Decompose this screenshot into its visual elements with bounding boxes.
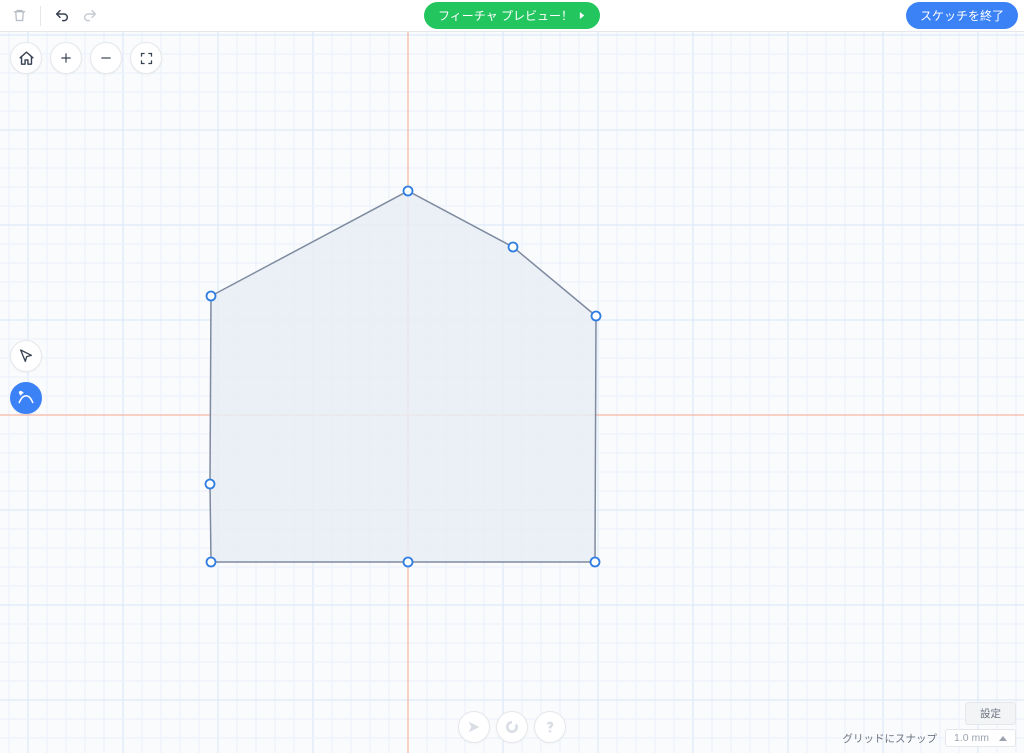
snap-value-dropdown[interactable]: 1.0 mm (945, 729, 1016, 747)
snap-label: グリッドにスナップ (842, 731, 937, 746)
canvas-svg (0, 32, 1024, 753)
delete-button[interactable] (6, 4, 32, 28)
bottom-tool-c[interactable] (534, 711, 566, 743)
sketch-vertex[interactable] (206, 480, 215, 489)
spline-tool-button[interactable] (10, 382, 42, 414)
select-tool-button[interactable] (10, 340, 42, 372)
fit-view-button[interactable] (130, 42, 162, 74)
sketch-canvas[interactable] (0, 32, 1024, 753)
history-group (6, 4, 103, 28)
sketch-vertex[interactable] (404, 187, 413, 196)
bottom-tool-a[interactable] (458, 711, 490, 743)
snap-value: 1.0 mm (954, 732, 989, 744)
sketch-tools (10, 340, 42, 414)
sketch-polygon[interactable] (210, 191, 596, 562)
chevron-right-icon (579, 11, 586, 20)
trash-icon (12, 8, 27, 23)
nav-b-icon (504, 719, 520, 735)
sketch-vertex[interactable] (592, 312, 601, 321)
zoom-out-button[interactable] (90, 42, 122, 74)
sketch-vertex[interactable] (207, 292, 216, 301)
nav-c-icon (542, 719, 558, 735)
view-controls (10, 42, 162, 74)
nav-a-icon (466, 719, 482, 735)
home-icon (18, 50, 35, 67)
fit-icon (139, 51, 154, 66)
top-toolbar: フィーチャ プレビュー！ スケッチを終了 (0, 0, 1024, 32)
plus-icon (59, 51, 73, 65)
redo-button[interactable] (77, 4, 103, 28)
redo-icon (82, 8, 98, 24)
bottom-tool-group (458, 711, 566, 743)
undo-icon (54, 8, 70, 24)
snap-row: グリッドにスナップ 1.0 mm (842, 729, 1016, 747)
feature-preview-label: フィーチャ プレビュー！ (438, 7, 573, 24)
minus-icon (99, 51, 113, 65)
undo-button[interactable] (49, 4, 75, 28)
spline-icon (17, 389, 35, 407)
zoom-in-button[interactable] (50, 42, 82, 74)
bottom-tool-b[interactable] (496, 711, 528, 743)
sketch-vertex[interactable] (207, 558, 216, 567)
sketch-vertex[interactable] (591, 558, 600, 567)
settings-button[interactable]: 設定 (965, 702, 1016, 725)
exit-sketch-button[interactable]: スケッチを終了 (906, 2, 1018, 29)
chevron-up-icon (999, 736, 1007, 741)
home-view-button[interactable] (10, 42, 42, 74)
toolbar-separator (40, 6, 41, 26)
settings-label: 設定 (980, 708, 1001, 720)
cursor-icon (18, 348, 34, 364)
bottom-right-panel: 設定 グリッドにスナップ 1.0 mm (842, 702, 1016, 747)
exit-sketch-label: スケッチを終了 (920, 9, 1004, 23)
sketch-vertex[interactable] (509, 243, 518, 252)
feature-preview-pill[interactable]: フィーチャ プレビュー！ (424, 2, 600, 29)
sketch-vertex[interactable] (404, 558, 413, 567)
